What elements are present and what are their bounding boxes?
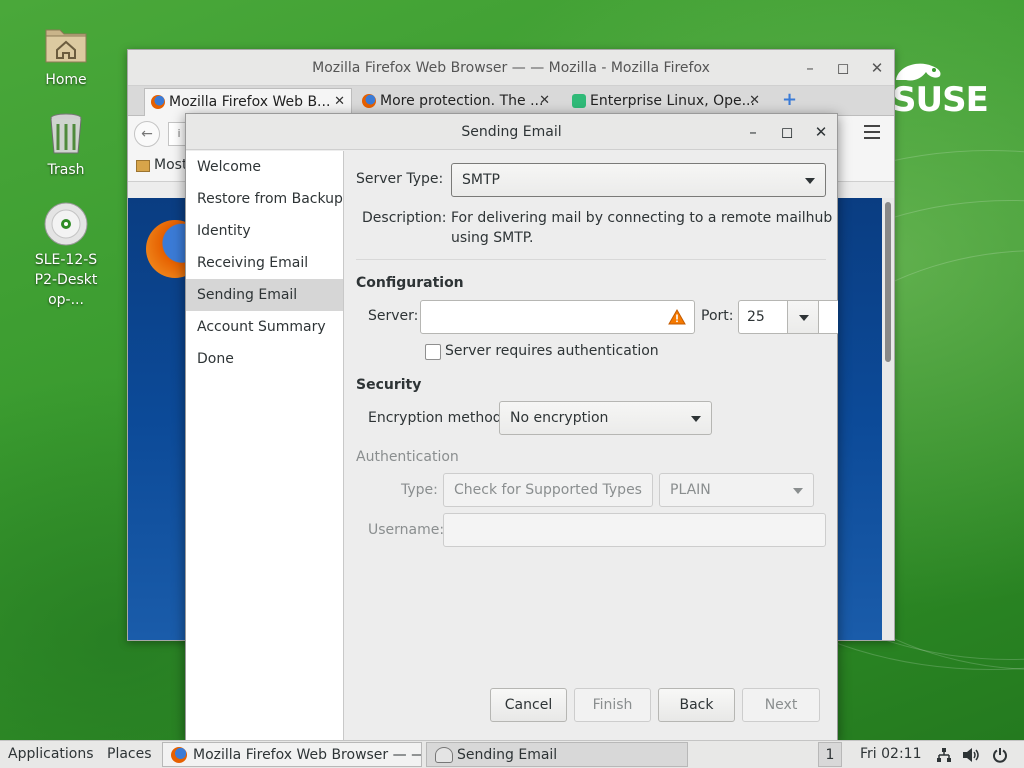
description-label: Description: [362,210,447,226]
server-input[interactable] [420,300,695,334]
dialog-title: Sending Email [461,124,562,140]
check-supported-types-button[interactable]: Check for Supported Types [443,473,653,507]
port-dropdown-button[interactable] [787,300,819,334]
firefox-icon [151,95,165,109]
dialog-titlebar[interactable]: Sending Email – ◻ ✕ [186,114,837,150]
chevron-down-icon [793,488,803,494]
optical-disc-icon [42,200,90,248]
desktop-icon-trash[interactable]: Trash [26,110,106,180]
description-text: using SMTP. [451,230,534,246]
firefox-icon [362,94,376,108]
scrollbar[interactable] [882,198,894,640]
assistant-sidebar: Welcome Restore from Backup Identity Rec… [186,151,344,741]
browser-tab[interactable]: Mozilla Firefox Web B... ✕ [144,88,352,116]
minimize-icon[interactable]: – [798,50,822,86]
sidebar-item-identity[interactable]: Identity [186,215,343,247]
chevron-down-icon [691,416,701,422]
volume-icon[interactable] [962,747,980,763]
port-combo-input[interactable]: 25 [738,300,838,334]
maximize-icon[interactable]: ◻ [775,114,799,150]
server-label: Server: [368,308,419,324]
sidebar-item-done[interactable]: Done [186,343,343,375]
mail-wizard-icon [435,747,453,763]
encryption-label: Encryption method: [368,410,507,426]
back-arrow-icon[interactable]: ← [134,121,160,147]
sidebar-item-account-summary[interactable]: Account Summary [186,311,343,343]
desktop-icon-home[interactable]: Home [26,20,106,90]
chevron-down-icon [805,178,815,184]
window-title: Mozilla Firefox Web Browser — — Mozilla … [312,60,710,76]
trash-icon [42,110,90,158]
minimize-icon[interactable]: – [741,114,765,150]
configuration-heading: Configuration [356,275,464,291]
network-icon[interactable] [936,747,952,763]
firefox-icon [171,747,187,763]
taskbar-task-firefox[interactable]: Mozilla Firefox Web Browser — —... [162,742,422,767]
scrollbar-thumb[interactable] [885,202,891,362]
home-folder-icon [42,20,90,68]
tab-close-icon[interactable]: ✕ [539,88,550,114]
auth-checkbox[interactable] [425,344,441,360]
desktop-icon-label: SLE-12-SP2-Desktop-... [34,252,98,308]
assistant-page: Server Type: SMTP Description: For deliv… [345,151,838,741]
maximize-icon[interactable]: ◻ [831,50,855,86]
desktop-icon-label: Home [45,72,87,88]
firefox-titlebar[interactable]: Mozilla Firefox Web Browser — — Mozilla … [128,50,894,86]
power-icon[interactable] [992,747,1008,763]
applications-menu[interactable]: Applications [8,741,94,768]
clock[interactable]: Fri 02:11 [860,741,921,768]
sending-email-dialog: Sending Email – ◻ ✕ Welcome Restore from… [185,113,838,741]
workspace-switcher[interactable]: 1 [818,742,842,767]
security-heading: Security [356,377,422,393]
hamburger-menu-icon[interactable] [864,125,880,139]
sidebar-item-receiving-email[interactable]: Receiving Email [186,247,343,279]
tab-close-icon[interactable]: ✕ [334,89,345,115]
server-type-label: Server Type: [356,171,444,187]
desktop-icon-label: Trash [47,162,85,178]
desktop-icon-disc[interactable]: SLE-12-SP2-Desktop-... [26,200,106,310]
close-icon[interactable]: ✕ [865,50,889,86]
auth-checkbox-label[interactable]: Server requires authentication [445,343,659,359]
close-icon[interactable]: ✕ [809,114,833,150]
suse-favicon-icon [572,94,586,108]
description-text: For delivering mail by connecting to a r… [451,210,833,226]
tab-close-icon[interactable]: ✕ [749,88,760,114]
sidebar-item-sending-email[interactable]: Sending Email [186,279,343,311]
finish-button[interactable]: Finish [574,688,651,722]
chevron-down-icon [799,315,809,321]
warning-icon [668,309,686,325]
new-tab-icon[interactable]: + [782,89,797,110]
suse-logo: SUSE [880,58,990,120]
places-menu[interactable]: Places [107,741,152,768]
browser-tab[interactable]: More protection. The ... ✕ [356,88,556,116]
auth-type-label: Type: [401,482,438,498]
next-button[interactable]: Next [742,688,820,722]
browser-tab[interactable]: Enterprise Linux, Ope... ✕ [566,88,766,116]
server-type-select[interactable]: SMTP [451,163,826,197]
back-button[interactable]: Back [658,688,735,722]
username-label: Username: [368,522,445,538]
taskbar: Applications Places Mozilla Firefox Web … [0,740,1024,768]
cancel-button[interactable]: Cancel [490,688,567,722]
port-label: Port: [701,308,734,324]
encryption-select[interactable]: No encryption [499,401,712,435]
taskbar-task-sending-email[interactable]: Sending Email [426,742,688,767]
divider [356,259,826,260]
username-input[interactable] [443,513,826,547]
sidebar-item-welcome[interactable]: Welcome [186,151,343,183]
tab-strip: Mozilla Firefox Web B... ✕ More protecti… [128,86,894,116]
sidebar-item-restore-from-backup[interactable]: Restore from Backup [186,183,343,215]
bookmark-item[interactable]: Most [154,157,187,173]
auth-type-select[interactable]: PLAIN [659,473,814,507]
bookmark-folder-icon [136,160,150,172]
authentication-heading: Authentication [356,449,459,465]
